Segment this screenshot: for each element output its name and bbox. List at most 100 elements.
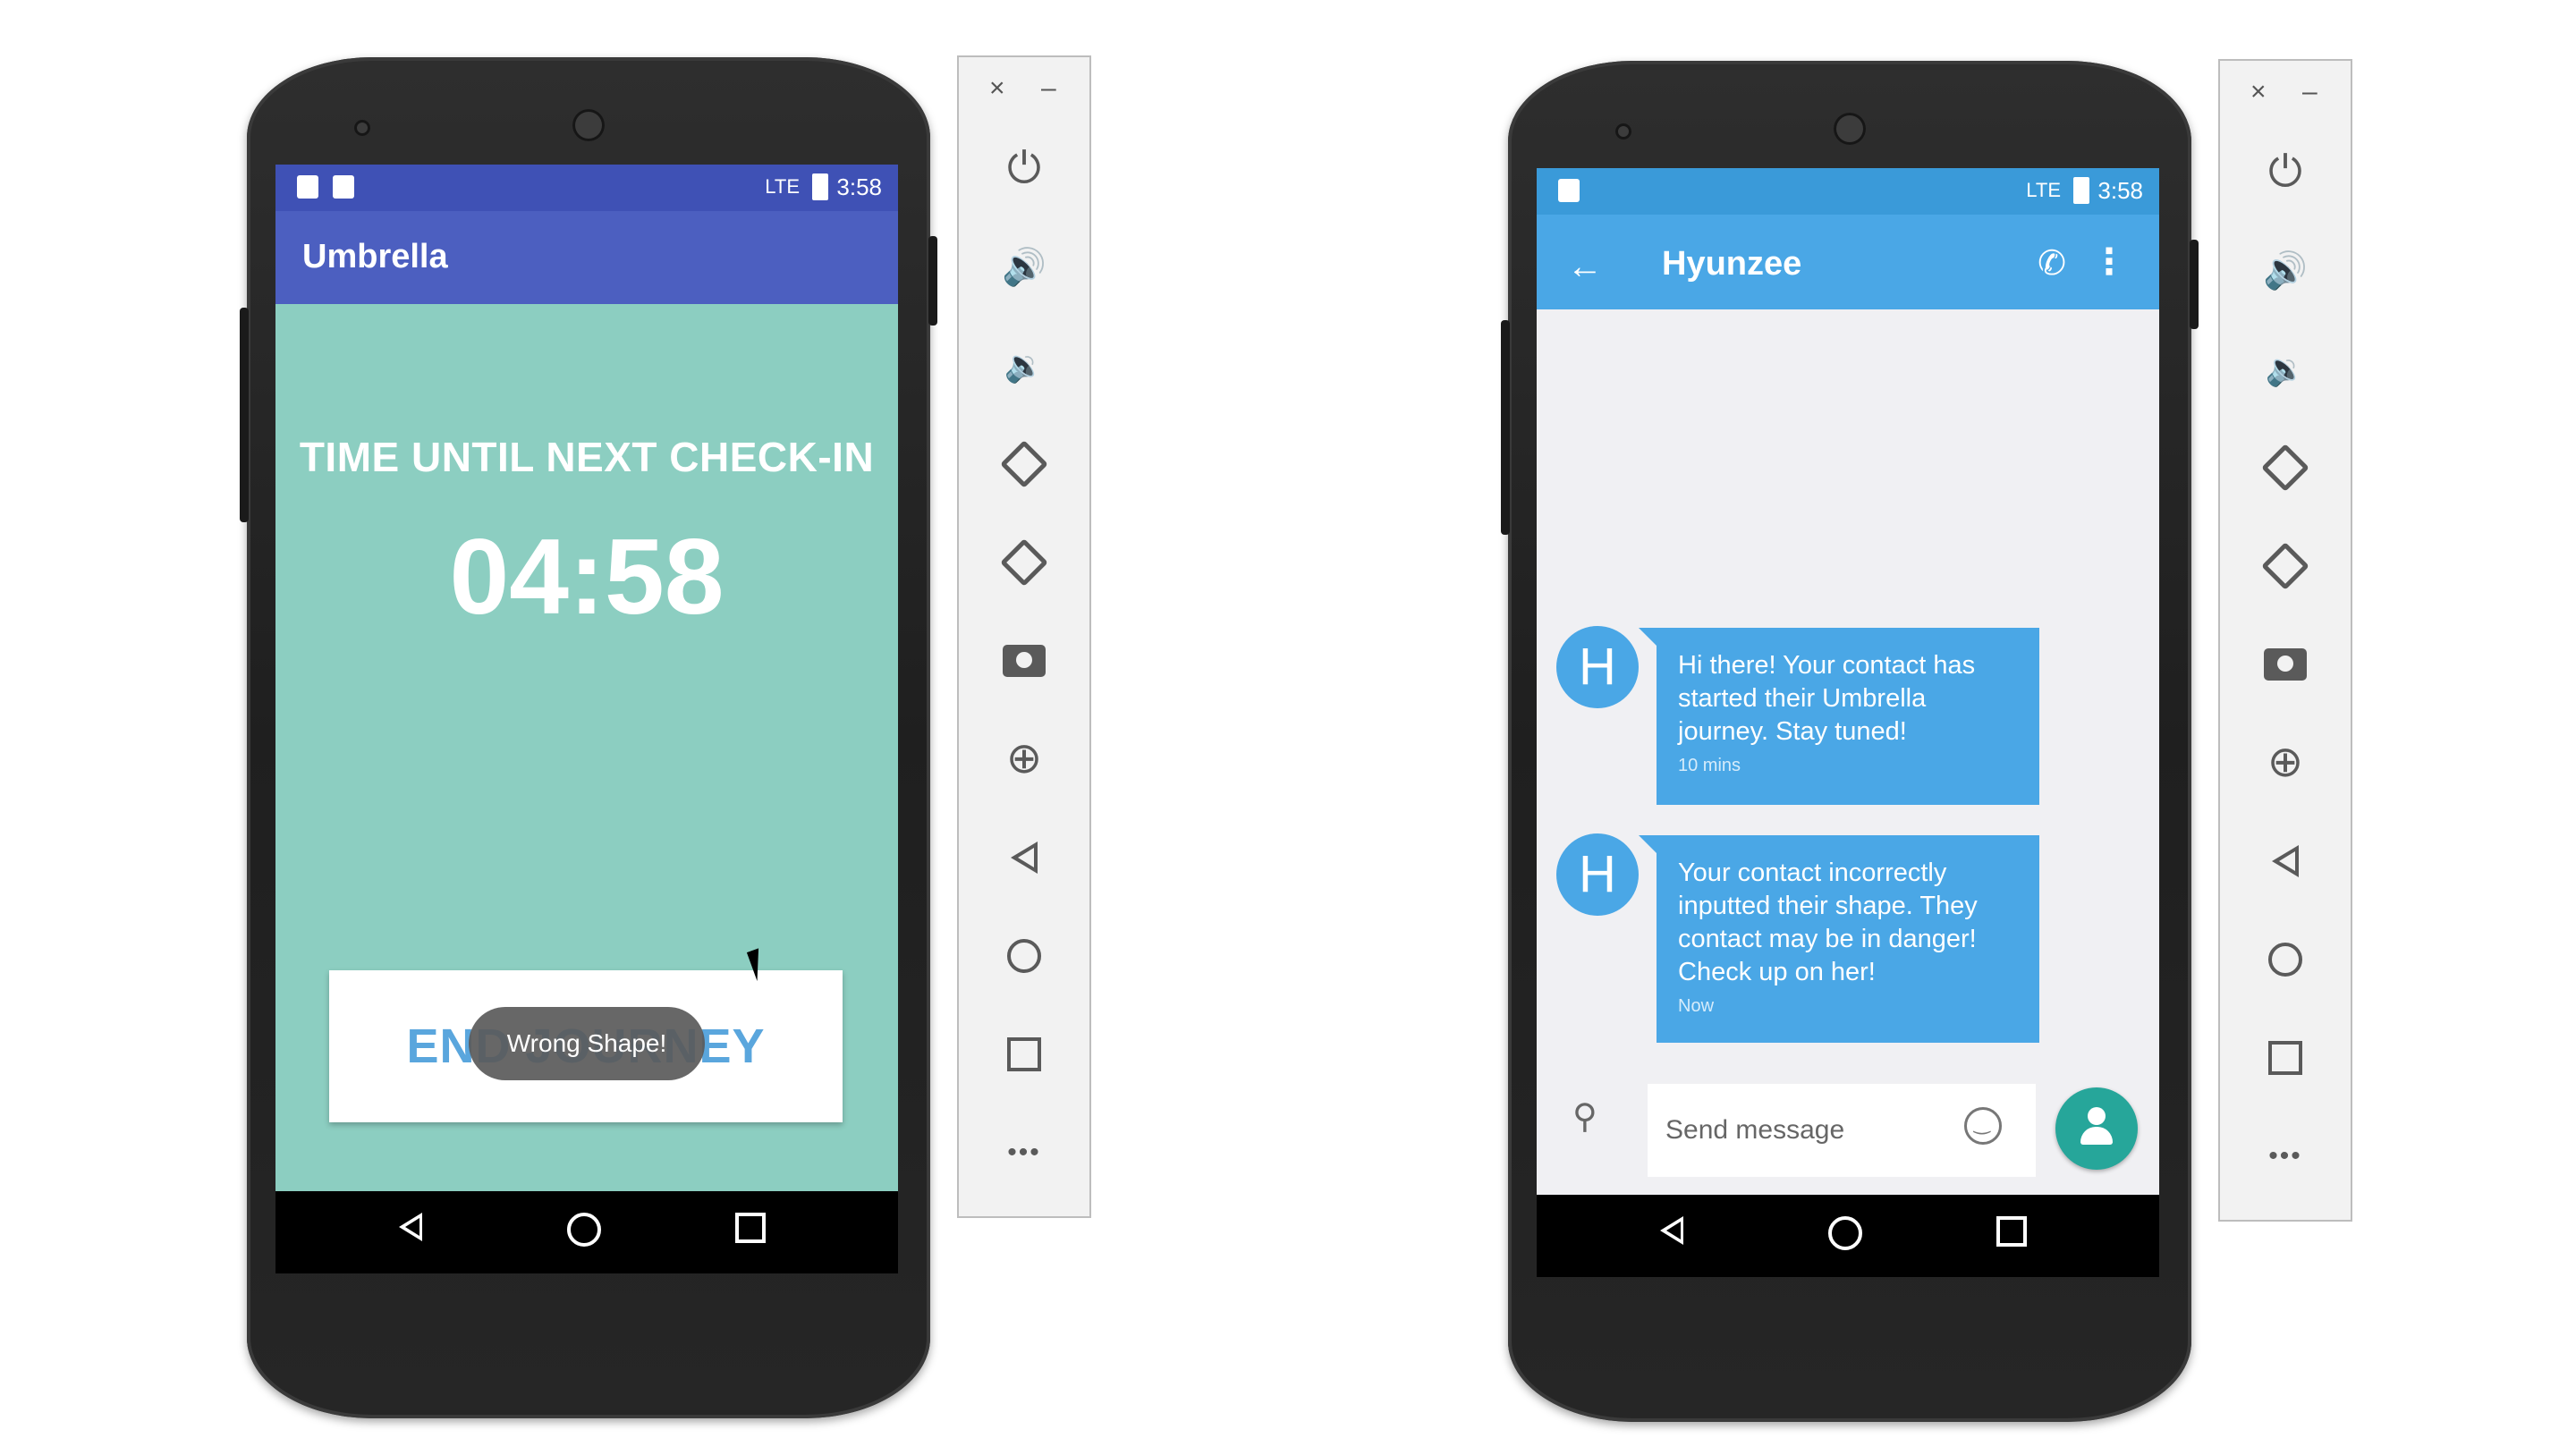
close-icon[interactable]: × bbox=[2250, 77, 2267, 107]
message-bubble[interactable]: Hi there! Your contact has started their… bbox=[1639, 628, 2039, 805]
zoom-icon: ⊕ bbox=[2267, 739, 2304, 786]
message-list: H Hi there! Your contact has started the… bbox=[1537, 309, 2159, 1195]
signal-icon: LTE bbox=[2026, 179, 2061, 201]
nav-overview-icon[interactable] bbox=[1996, 1216, 2027, 1247]
message-bubble[interactable]: Your contact incorrectly inputted their … bbox=[1639, 835, 2039, 1043]
nav-back-icon[interactable] bbox=[1660, 1216, 1683, 1245]
volume-up-button[interactable]: 🔊 bbox=[959, 218, 1089, 317]
rotate-left-button[interactable] bbox=[2220, 419, 2351, 517]
overview-button[interactable] bbox=[959, 1005, 1089, 1104]
notification-icon bbox=[297, 175, 318, 199]
status-bar: LTE 3:58 bbox=[275, 165, 898, 211]
message-text: Your contact incorrectly inputted their … bbox=[1678, 859, 1978, 986]
close-icon[interactable]: × bbox=[989, 73, 1005, 104]
app-bar: Umbrella bbox=[275, 211, 898, 304]
message-time: 10 mins bbox=[1678, 756, 1741, 775]
power-icon: ⏻ bbox=[2268, 148, 2302, 196]
power-button[interactable]: ⏻ bbox=[2220, 123, 2351, 222]
rotate-right-icon bbox=[1000, 538, 1048, 587]
rotate-left-button[interactable] bbox=[959, 415, 1089, 513]
contact-name: Hyunzee bbox=[1662, 245, 1802, 283]
nav-overview-icon[interactable] bbox=[735, 1213, 766, 1243]
overview-button[interactable] bbox=[2220, 1009, 2351, 1107]
power-button[interactable]: ⏻ bbox=[959, 120, 1089, 218]
volume-up-icon: 🔊 bbox=[1002, 248, 1046, 287]
signal-icon: LTE bbox=[765, 175, 800, 198]
sd-card-icon bbox=[1558, 179, 1580, 202]
person-icon bbox=[2088, 1107, 2106, 1125]
rotate-left-icon bbox=[2261, 444, 2309, 492]
emoji-icon[interactable] bbox=[1964, 1107, 2002, 1145]
message-composer: ⚲ bbox=[1537, 1070, 2159, 1195]
volume-up-button[interactable]: 🔊 bbox=[2220, 222, 2351, 320]
front-camera bbox=[572, 109, 605, 141]
app-title: Umbrella bbox=[302, 238, 448, 275]
more-icon: ••• bbox=[1007, 1138, 1041, 1167]
more-button[interactable]: ••• bbox=[2220, 1107, 2351, 1205]
rotate-right-button[interactable] bbox=[959, 513, 1089, 612]
overview-icon bbox=[2268, 1041, 2302, 1075]
camera-icon bbox=[2264, 648, 2307, 681]
rotate-left-icon bbox=[1000, 440, 1048, 488]
home-button[interactable] bbox=[959, 907, 1089, 1005]
nav-bar bbox=[275, 1191, 898, 1273]
back-icon bbox=[2272, 845, 2299, 877]
message-time: Now bbox=[1678, 996, 1715, 1016]
emulator-toolbar-right: × – ⏻ 🔊 🔉 ⊕ ••• bbox=[2218, 59, 2352, 1222]
back-icon bbox=[1011, 842, 1038, 874]
front-camera bbox=[1834, 113, 1866, 145]
battery-icon bbox=[812, 173, 828, 200]
volume-down-icon: 🔉 bbox=[1004, 347, 1045, 384]
zoom-icon: ⊕ bbox=[1005, 735, 1043, 782]
emulator-phone-right: LTE 3:58 ← Hyunzee ✆ ⋮ H Hi there! Your … bbox=[1501, 61, 2199, 1422]
back-button[interactable] bbox=[959, 808, 1089, 907]
home-button[interactable] bbox=[2220, 910, 2351, 1009]
conversation-app-bar: ← Hyunzee ✆ ⋮ bbox=[1537, 215, 2159, 309]
home-icon bbox=[1007, 939, 1041, 973]
zoom-button[interactable]: ⊕ bbox=[2220, 714, 2351, 812]
power-icon: ⏻ bbox=[1007, 145, 1041, 192]
volume-down-button[interactable]: 🔉 bbox=[959, 317, 1089, 415]
status-bar: LTE 3:58 bbox=[1537, 168, 2159, 215]
screenshot-button[interactable] bbox=[2220, 615, 2351, 714]
phone-call-icon[interactable]: ✆ bbox=[2038, 243, 2066, 283]
volume-up-icon: 🔊 bbox=[2263, 251, 2308, 291]
overflow-menu-icon[interactable]: ⋮ bbox=[2091, 241, 2127, 283]
zoom-button[interactable]: ⊕ bbox=[959, 710, 1089, 808]
overview-icon bbox=[1007, 1037, 1041, 1071]
message-text: Hi there! Your contact has started their… bbox=[1678, 651, 1976, 746]
rotate-right-button[interactable] bbox=[2220, 517, 2351, 615]
power-side-button bbox=[928, 236, 937, 326]
attach-icon[interactable]: ⚲ bbox=[1572, 1096, 1597, 1137]
home-icon bbox=[2268, 943, 2302, 977]
volume-down-button[interactable]: 🔉 bbox=[2220, 320, 2351, 419]
nav-home-icon[interactable] bbox=[1828, 1216, 1862, 1250]
checkin-label: TIME UNTIL NEXT CHECK-IN bbox=[299, 434, 875, 480]
toast-message: Wrong Shape! bbox=[469, 1007, 705, 1080]
back-arrow-icon[interactable]: ← bbox=[1567, 247, 1603, 287]
minimize-icon[interactable]: – bbox=[1041, 73, 1056, 104]
status-time: 3:58 bbox=[836, 173, 882, 200]
more-button[interactable]: ••• bbox=[959, 1104, 1089, 1202]
sd-card-icon bbox=[333, 175, 354, 199]
contact-fab-button[interactable] bbox=[2055, 1087, 2138, 1170]
volume-down-icon: 🔉 bbox=[2265, 351, 2306, 387]
rotate-right-icon bbox=[2261, 542, 2309, 590]
emulator-toolbar-left: × – ⏻ 🔊 🔉 ⊕ ••• bbox=[957, 55, 1091, 1218]
proximity-sensor bbox=[354, 120, 370, 136]
camera-icon bbox=[1003, 645, 1046, 677]
proximity-sensor bbox=[1615, 123, 1631, 140]
countdown-timer: 04:58 bbox=[449, 517, 724, 637]
checkin-screen: TIME UNTIL NEXT CHECK-IN 04:58 END JOURN… bbox=[275, 304, 898, 1191]
nav-home-icon[interactable] bbox=[567, 1213, 601, 1247]
volume-rocker bbox=[1501, 320, 1510, 535]
nav-bar bbox=[1537, 1195, 2159, 1277]
screenshot-button[interactable] bbox=[959, 612, 1089, 710]
minimize-icon[interactable]: – bbox=[2302, 77, 2318, 107]
nav-back-icon[interactable] bbox=[399, 1213, 422, 1241]
contact-avatar[interactable]: H bbox=[1556, 626, 1639, 708]
more-icon: ••• bbox=[2268, 1141, 2302, 1171]
back-button[interactable] bbox=[2220, 812, 2351, 910]
emulator-phone-left: LTE 3:58 Umbrella TIME UNTIL NEXT CHECK-… bbox=[240, 57, 937, 1418]
contact-avatar[interactable]: H bbox=[1556, 833, 1639, 916]
